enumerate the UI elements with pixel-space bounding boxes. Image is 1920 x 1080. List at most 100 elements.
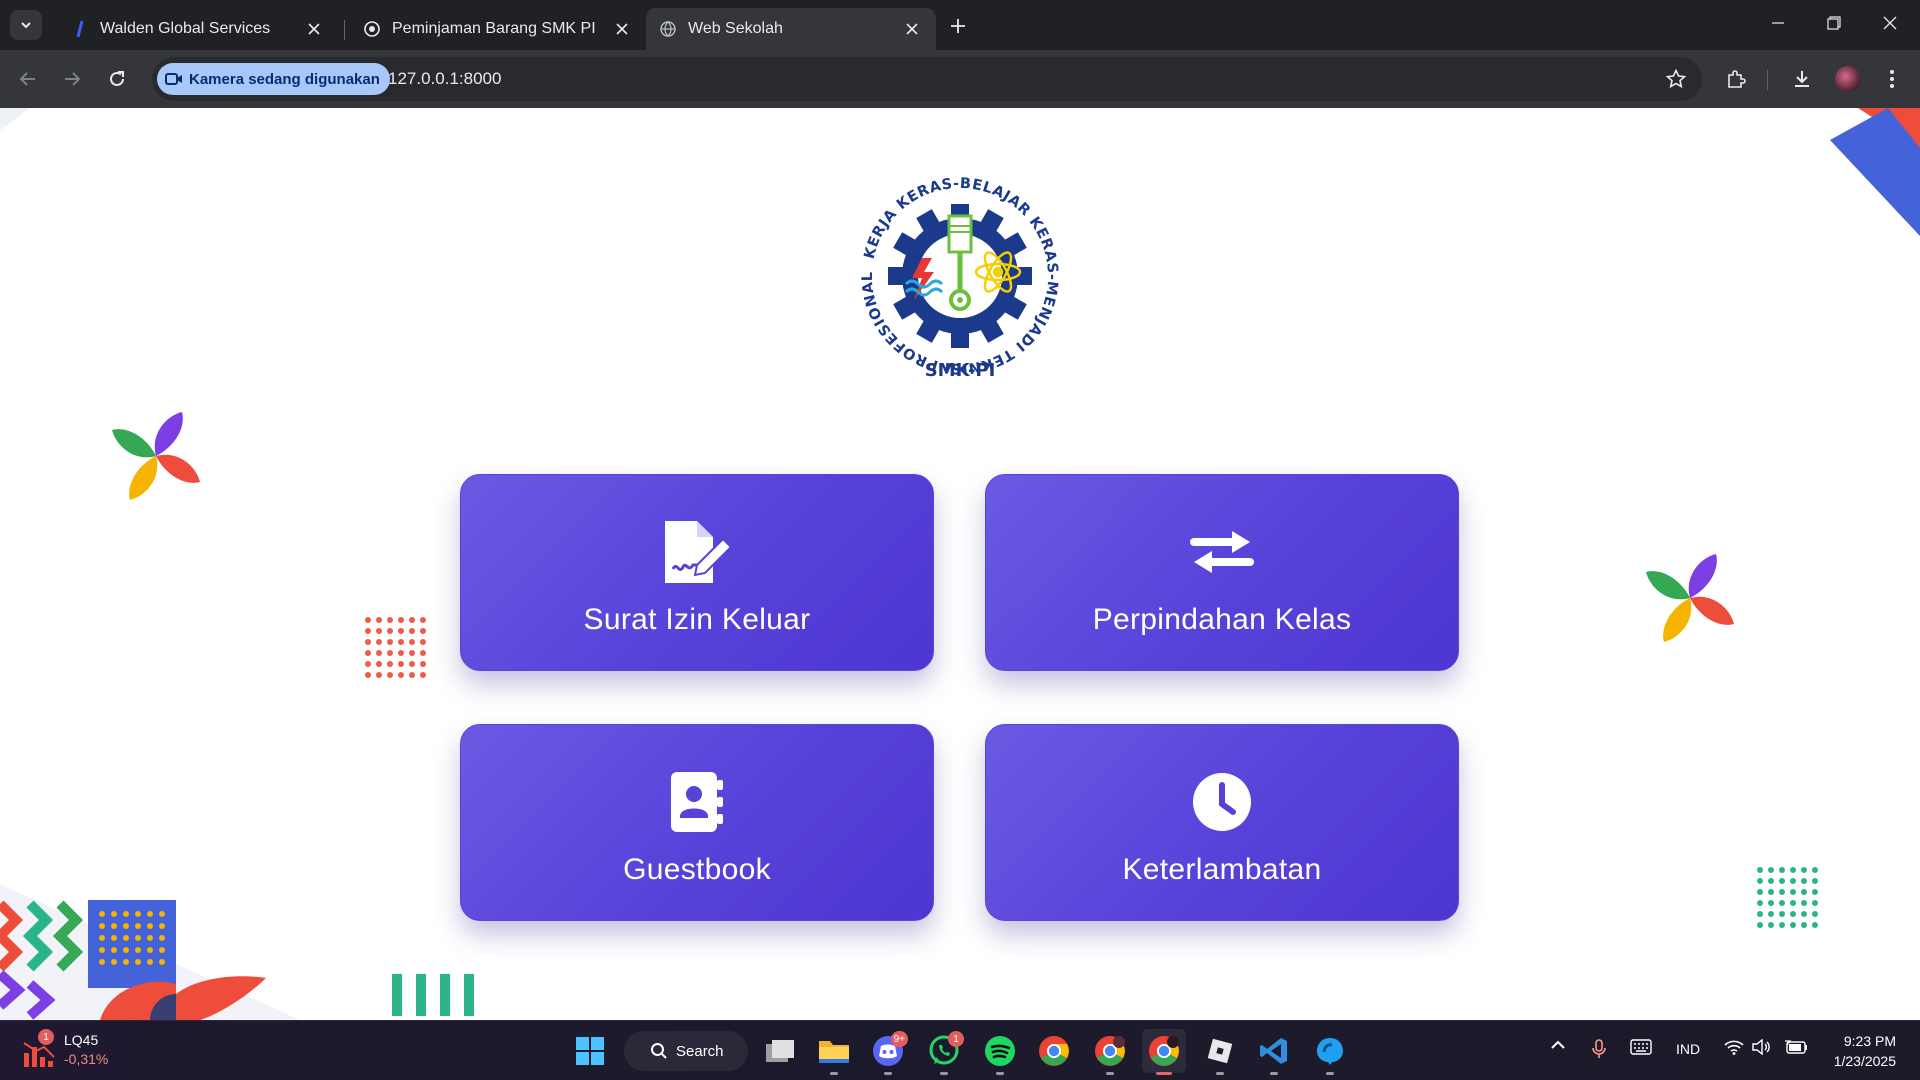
decor-dot-grid-red: [365, 617, 426, 678]
start-button[interactable]: [568, 1029, 612, 1073]
clock-time: 9:23 PM: [1843, 1033, 1896, 1049]
decor-shapes-bottom-left: [0, 884, 300, 1020]
task-view-icon: [766, 1040, 794, 1062]
close-icon[interactable]: [902, 19, 922, 39]
menu-card-guestbook[interactable]: Guestbook: [460, 724, 934, 921]
windows-taskbar: 1 LQ45 -0,31% Search 9+ 1 IND 9:23 PM 1/…: [0, 1020, 1920, 1080]
browser-toolbar: Kamera sedang digunakan 127.0.0.1:8000: [0, 50, 1920, 108]
avatar: [1835, 66, 1861, 92]
show-hidden-icons-chevron-icon[interactable]: [1550, 1039, 1566, 1051]
restore-button[interactable]: [1806, 0, 1862, 46]
microphone-icon[interactable]: [1592, 1039, 1606, 1059]
reload-button[interactable]: [101, 63, 133, 95]
video-camera-icon: [165, 73, 182, 85]
taskbar-chrome-profile[interactable]: [1088, 1029, 1132, 1075]
address-book-icon: [669, 767, 725, 837]
menu-card-perpindahan-kelas[interactable]: Perpindahan Kelas: [985, 474, 1459, 671]
logo-name: SMK-PI: [925, 360, 996, 381]
decor-green-stripes: [392, 974, 474, 1016]
new-tab-button[interactable]: [944, 12, 972, 40]
camera-in-use-chip[interactable]: Kamera sedang digunakan: [157, 63, 390, 95]
taskbar-roblox[interactable]: [1198, 1029, 1242, 1075]
back-button[interactable]: [12, 63, 44, 95]
web-page: KERJA KERAS-BELAJAR KERAS-MENJADI TEKNIS…: [0, 108, 1920, 1020]
browser-tab-strip: Walden Global Services Peminjaman Barang…: [0, 0, 1920, 50]
decor-pinwheel-left: [112, 412, 200, 500]
task-view-button[interactable]: [758, 1029, 802, 1073]
taskbar-file-explorer[interactable]: [812, 1029, 856, 1075]
taskbar-chrome[interactable]: [1032, 1029, 1076, 1073]
browser-menu-icon[interactable]: [1876, 63, 1908, 95]
taskbar-spotify[interactable]: [978, 1029, 1022, 1075]
running-indicator: [884, 1072, 892, 1075]
tab-separator: [344, 20, 345, 40]
globe-favicon-icon: [660, 21, 676, 37]
roblox-icon: [1207, 1038, 1233, 1064]
taskbar-whatsapp[interactable]: 1: [922, 1029, 966, 1075]
menu-card-label: Guestbook: [623, 852, 771, 886]
chrome-active-icon: [1149, 1036, 1179, 1066]
notification-badge: 9+: [890, 1031, 908, 1047]
volume-icon[interactable]: [1752, 1039, 1772, 1055]
keyboard-icon[interactable]: [1630, 1039, 1652, 1055]
taskbar-discord[interactable]: 9+: [866, 1029, 910, 1075]
minimize-button[interactable]: [1750, 0, 1806, 46]
stock-widget[interactable]: 1 LQ45 -0,31%: [22, 1029, 142, 1073]
chrome-profile-icon: [1095, 1036, 1125, 1066]
walden-favicon-icon: [72, 21, 88, 37]
url-text[interactable]: 127.0.0.1:8000: [388, 69, 501, 89]
stock-ticker: LQ45: [64, 1032, 99, 1048]
running-indicator: [1216, 1072, 1224, 1075]
taskbar-search[interactable]: Search: [624, 1031, 748, 1071]
taskbar-vscode[interactable]: [1252, 1029, 1296, 1075]
tab-search-button[interactable]: [10, 10, 42, 40]
menu-card-label: Surat Izin Keluar: [583, 602, 811, 636]
wifi-icon[interactable]: [1724, 1039, 1744, 1055]
taskbar-app[interactable]: [1308, 1029, 1352, 1075]
tab-peminjaman[interactable]: Peminjaman Barang SMK PI: [350, 8, 646, 50]
address-bar[interactable]: Kamera sedang digunakan 127.0.0.1:8000: [152, 57, 1702, 101]
taskbar-clock[interactable]: 9:23 PM 1/23/2025: [1834, 1031, 1896, 1071]
camera-chip-label: Kamera sedang digunakan: [189, 70, 380, 88]
tab-walden[interactable]: Walden Global Services: [58, 8, 338, 50]
running-indicator: [830, 1072, 838, 1075]
spotify-icon: [985, 1036, 1015, 1066]
tab-title: Walden Global Services: [100, 20, 271, 37]
blue-app-icon: [1317, 1038, 1343, 1065]
running-indicator: [1156, 1072, 1172, 1075]
notification-badge: 1: [948, 1031, 964, 1047]
school-logo: KERJA KERAS-BELAJAR KERAS-MENJADI TEKNIS…: [860, 176, 1060, 381]
swap-arrows-icon: [1190, 517, 1254, 587]
windows-logo-icon: [576, 1037, 604, 1065]
bookmark-star-icon[interactable]: [1664, 67, 1688, 91]
download-icon[interactable]: [1786, 63, 1818, 95]
decor-triangles-top-right: [1830, 108, 1920, 236]
close-icon[interactable]: [612, 19, 632, 39]
running-indicator: [1270, 1072, 1278, 1075]
taskbar-chrome-active[interactable]: [1142, 1029, 1186, 1075]
decor-dot-grid-green: [1757, 867, 1818, 928]
running-indicator: [1326, 1072, 1334, 1075]
running-indicator: [1106, 1072, 1114, 1075]
profile-avatar[interactable]: [1832, 63, 1864, 95]
close-icon[interactable]: [304, 19, 324, 39]
menu-card-label: Keterlambatan: [1122, 852, 1322, 886]
stock-badge: 1: [38, 1029, 54, 1045]
document-signature-icon: [661, 517, 733, 587]
battery-icon[interactable]: [1784, 1039, 1808, 1055]
running-indicator: [940, 1072, 948, 1075]
running-indicator: [996, 1072, 1004, 1075]
tab-title: Web Sekolah: [688, 20, 783, 37]
extensions-puzzle-icon[interactable]: [1720, 63, 1752, 95]
clock-icon: [1191, 767, 1253, 837]
decor-corner-shape: [0, 108, 30, 130]
toolbar-divider: [1767, 70, 1768, 90]
tab-title: Peminjaman Barang SMK PI: [392, 20, 596, 37]
tab-web-sekolah[interactable]: Web Sekolah: [646, 8, 936, 50]
menu-card-surat-izin-keluar[interactable]: Surat Izin Keluar: [460, 474, 934, 671]
menu-card-keterlambatan[interactable]: Keterlambatan: [985, 724, 1459, 921]
forward-button[interactable]: [56, 63, 88, 95]
clock-date: 1/23/2025: [1833, 1053, 1896, 1069]
close-window-button[interactable]: [1862, 0, 1918, 46]
language-indicator[interactable]: IND: [1676, 1041, 1700, 1057]
